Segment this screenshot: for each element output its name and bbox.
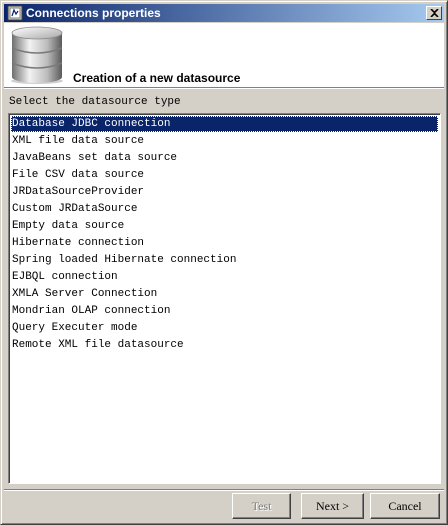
database-icon: [11, 26, 63, 84]
datasource-type-label: Select the datasource type: [9, 96, 181, 108]
list-item[interactable]: Remote XML file datasource: [11, 337, 438, 353]
list-item[interactable]: Custom JRDataSource: [11, 201, 438, 217]
window-title: Connections properties: [26, 6, 161, 20]
list-item[interactable]: EJBQL connection: [11, 269, 438, 285]
list-item[interactable]: XMLA Server Connection: [11, 286, 438, 302]
list-item[interactable]: XML file data source: [11, 133, 438, 149]
list-item[interactable]: Query Executer mode: [11, 320, 438, 336]
list-item[interactable]: File CSV data source: [11, 167, 438, 183]
datasource-type-list[interactable]: Database JDBC connection XML file data s…: [8, 113, 441, 484]
list-item[interactable]: Database JDBC connection: [11, 116, 438, 132]
list-item[interactable]: JavaBeans set data source: [11, 150, 438, 166]
close-button[interactable]: [426, 6, 442, 20]
header-title: Creation of a new datasource: [73, 71, 241, 85]
test-button[interactable]: Test: [232, 493, 291, 519]
title-bar[interactable]: Connections properties: [4, 4, 444, 22]
list-item[interactable]: Mondrian OLAP connection: [11, 303, 438, 319]
cancel-button[interactable]: Cancel: [370, 493, 440, 519]
header-panel: Creation of a new datasource: [4, 23, 444, 88]
footer-separator: [4, 489, 444, 491]
app-icon: [7, 5, 23, 21]
list-item[interactable]: Hibernate connection: [11, 235, 438, 251]
list-item[interactable]: Spring loaded Hibernate connection: [11, 252, 438, 268]
close-icon: [430, 9, 439, 17]
list-item[interactable]: Empty data source: [11, 218, 438, 234]
header-separator: [4, 88, 444, 89]
list-item[interactable]: JRDataSourceProvider: [11, 184, 438, 200]
next-button[interactable]: Next >: [301, 493, 364, 519]
dialog-window: Connections properties Creation of a new…: [0, 0, 448, 525]
